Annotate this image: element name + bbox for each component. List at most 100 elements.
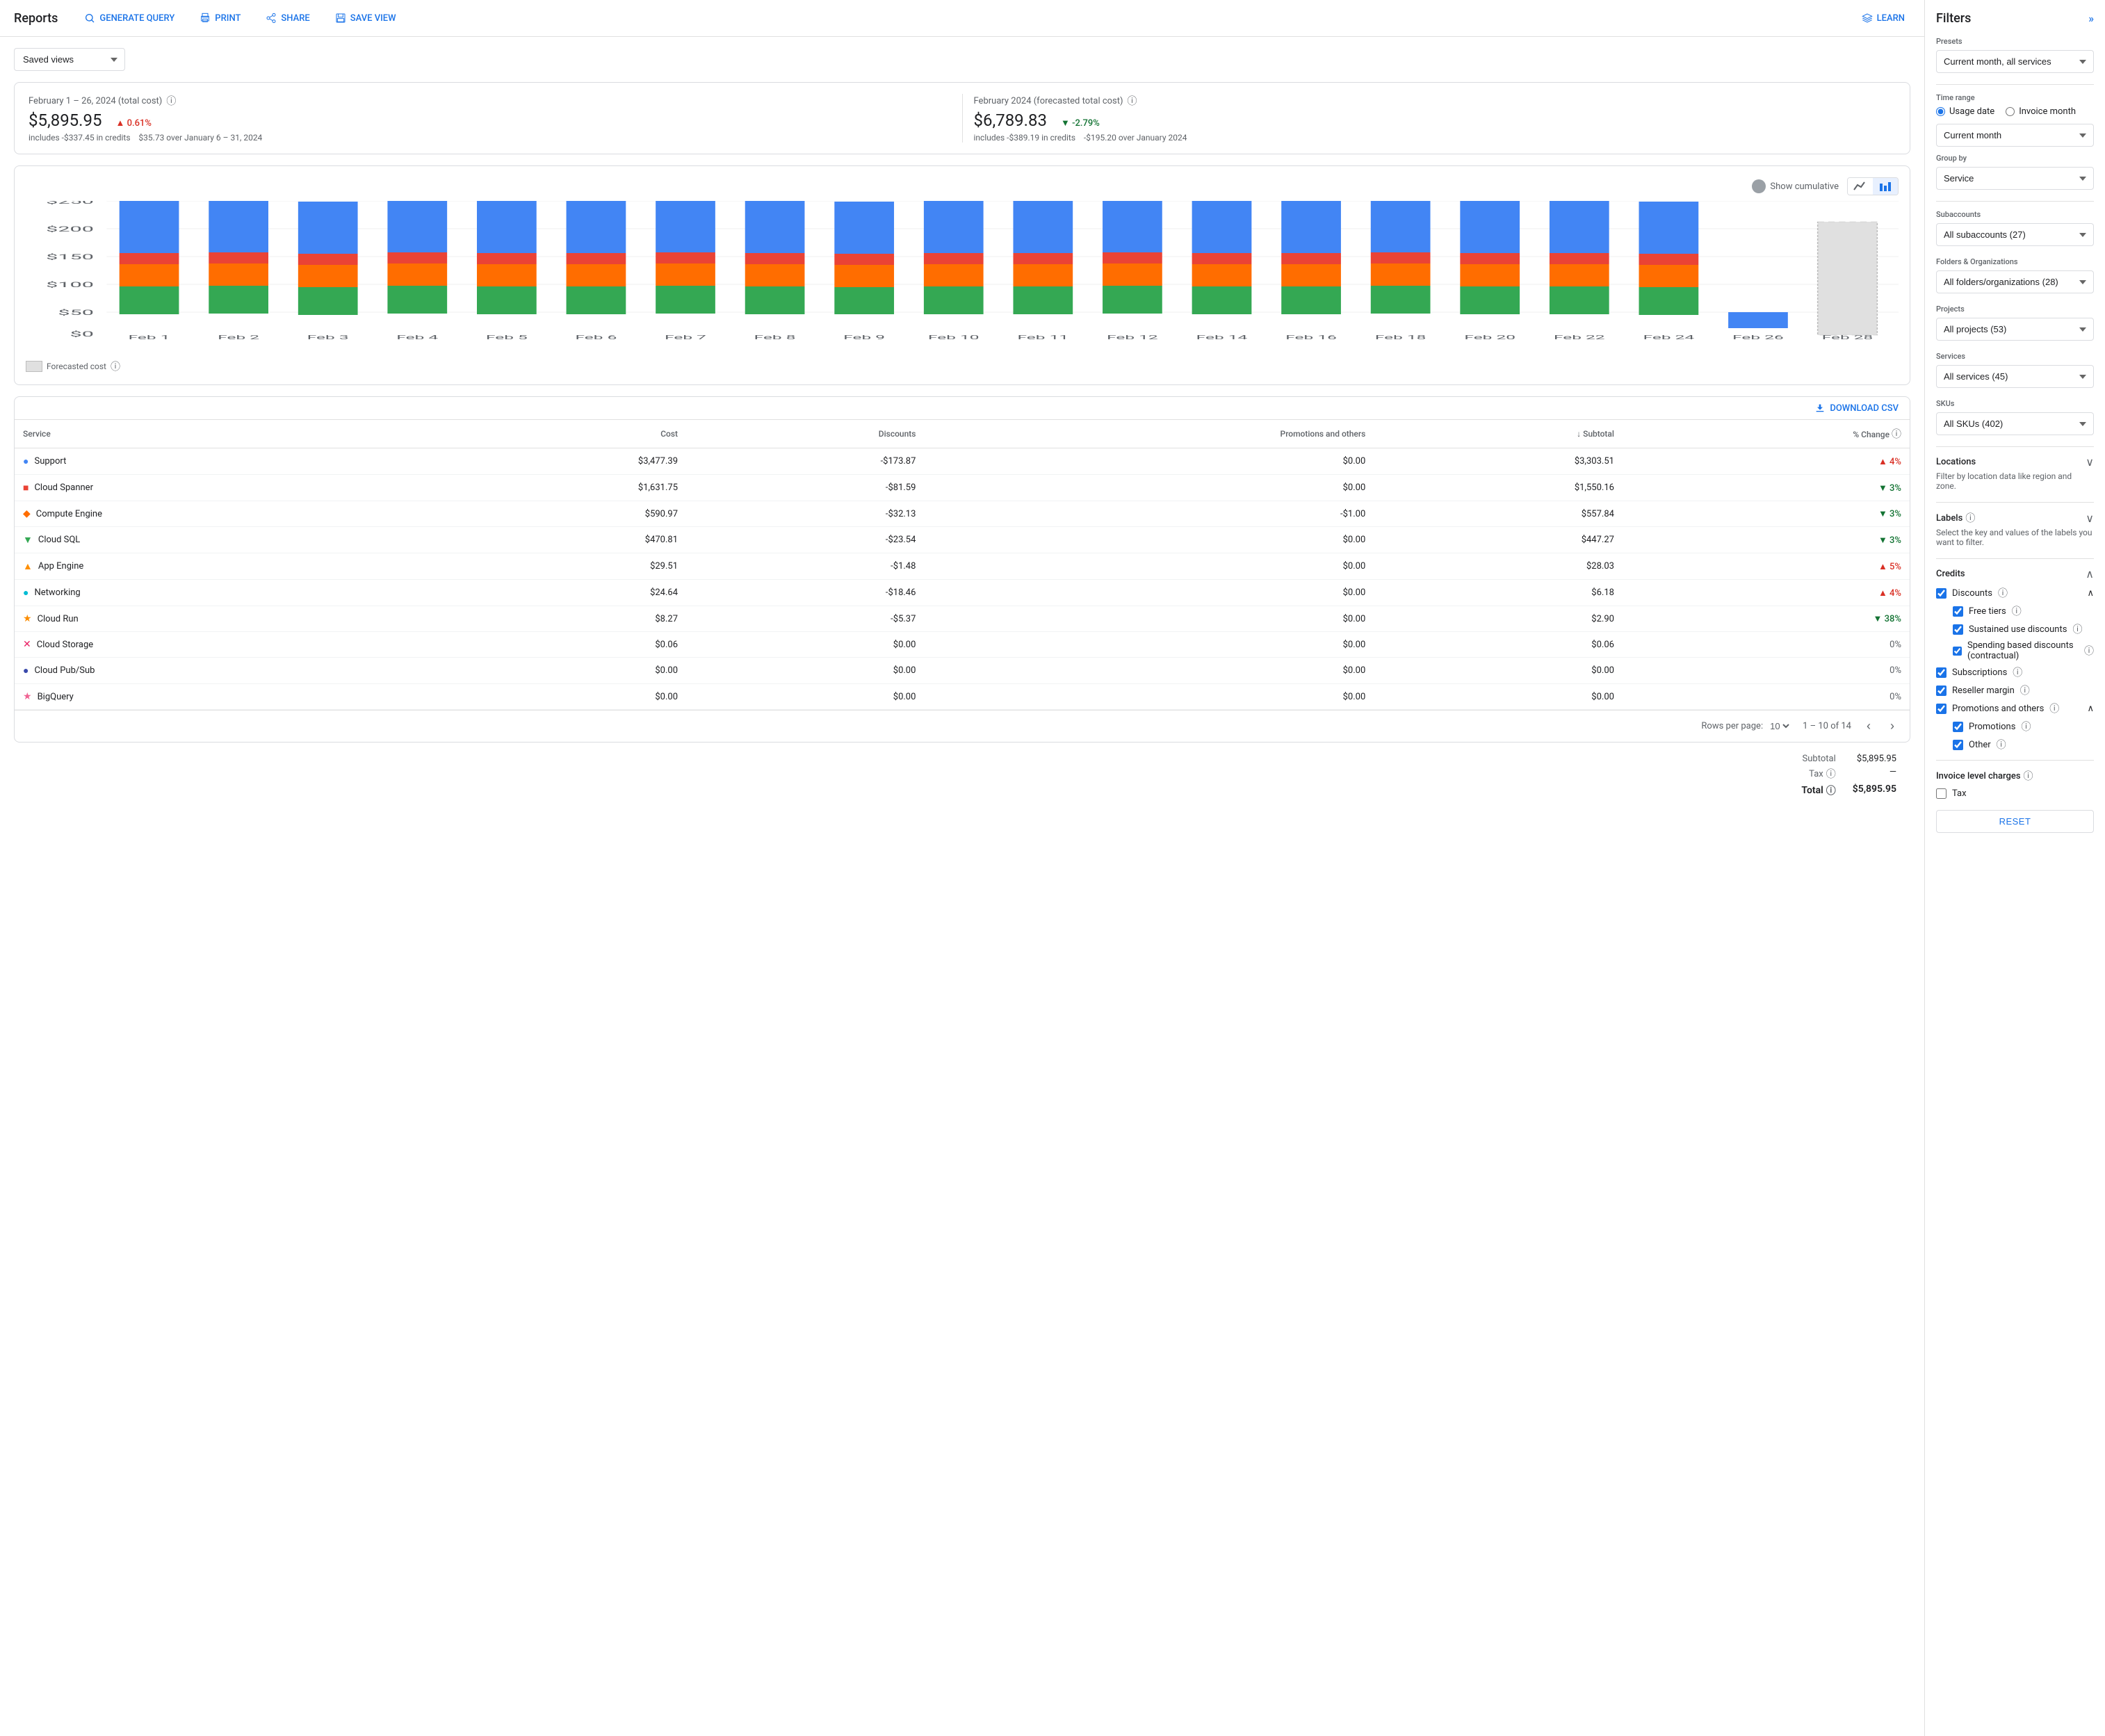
subscriptions-checkbox[interactable] xyxy=(1936,667,1946,678)
download-csv-button[interactable]: DOWNLOAD CSV xyxy=(1814,403,1899,414)
promotions-others-collapse-icon[interactable]: ∧ xyxy=(2087,704,2094,714)
service-name: ■ Cloud Spanner xyxy=(23,482,429,494)
print-button[interactable]: PRINT xyxy=(194,8,246,28)
service-name: ● Cloud Pub/Sub xyxy=(23,665,429,676)
labels-info-icon[interactable]: ⓘ xyxy=(1965,511,1975,525)
promotions-cell: $0.00 xyxy=(924,684,1374,710)
total-info-icon[interactable]: ⓘ xyxy=(1826,784,1836,797)
cost-cell: $1,631.75 xyxy=(437,475,686,501)
reseller-margin-info-icon[interactable]: ⓘ xyxy=(2020,683,2030,697)
svg-text:Feb 20: Feb 20 xyxy=(1464,334,1515,340)
cumulative-dot xyxy=(1752,179,1766,193)
skus-select[interactable]: All SKUs (402) xyxy=(1936,412,2094,435)
promotions-checkbox[interactable] xyxy=(1953,722,1963,732)
time-range-label: Time range xyxy=(1936,93,2094,102)
invoice-month-radio[interactable]: Invoice month xyxy=(2006,106,2076,117)
services-select[interactable]: All services (45) xyxy=(1936,365,2094,388)
forecast-cost-change: ▼ -2.79% xyxy=(1061,117,1100,129)
forecast-cost-amount: $6,789.83 xyxy=(974,111,1047,130)
free-tiers-checkbox[interactable] xyxy=(1953,606,1963,617)
forecast-cost-sub: includes -$389.19 in credits -$195.20 ov… xyxy=(974,133,1896,143)
table-row: ■ Cloud Spanner $1,631.75 -$81.59 $0.00 … xyxy=(15,475,1910,501)
pagination: Rows per page: 10 25 50 1 – 10 of 14 ‹ › xyxy=(15,710,1910,742)
svg-text:$50: $50 xyxy=(58,309,94,317)
promotions-cell: $0.00 xyxy=(924,606,1374,632)
table-row: ● Support $3,477.39 -$173.87 $0.00 $3,30… xyxy=(15,448,1910,475)
promotions-others-info-icon[interactable]: ⓘ xyxy=(2049,701,2059,715)
next-page-button[interactable]: › xyxy=(1886,717,1899,735)
prev-page-button[interactable]: ‹ xyxy=(1862,717,1875,735)
download-icon xyxy=(1814,403,1826,414)
discounts-info-icon[interactable]: ⓘ xyxy=(1998,586,2008,600)
service-label: Support xyxy=(34,456,66,467)
promotions-others-checkbox[interactable] xyxy=(1936,704,1946,714)
page-range: 1 – 10 of 14 xyxy=(1803,721,1851,731)
discounts-checkbox[interactable] xyxy=(1936,588,1946,599)
service-label: Cloud SQL xyxy=(38,535,80,545)
show-cumulative-toggle[interactable]: Show cumulative xyxy=(1752,179,1839,193)
free-tiers-info-icon[interactable]: ⓘ xyxy=(2012,604,2022,618)
presets-select[interactable]: Current month, all services xyxy=(1936,50,2094,73)
subscriptions-info-icon[interactable]: ⓘ xyxy=(2013,665,2022,679)
cost-cell: $0.00 xyxy=(437,684,686,710)
bar-chart-button[interactable] xyxy=(1873,178,1898,195)
reseller-margin-checkbox[interactable] xyxy=(1936,686,1946,696)
discounts-collapse-icon[interactable]: ∧ xyxy=(2087,588,2094,599)
table-row: ● Networking $24.64 -$18.46 $0.00 $6.18 … xyxy=(15,580,1910,606)
forecast-cost-card: February 2024 (forecasted total cost) ⓘ … xyxy=(962,94,1896,143)
promotions-info-icon[interactable]: ⓘ xyxy=(2021,720,2031,733)
locations-header[interactable]: Locations ∨ xyxy=(1936,455,2094,469)
folders-select[interactable]: All folders/organizations (28) xyxy=(1936,270,2094,293)
projects-section: Projects All projects (53) xyxy=(1936,305,2094,341)
saved-views-select[interactable]: Saved views xyxy=(14,48,125,71)
service-label: BigQuery xyxy=(38,692,74,702)
share-button[interactable]: SHARE xyxy=(260,8,315,28)
group-by-select[interactable]: Service xyxy=(1936,167,2094,190)
spending-based-checkbox[interactable] xyxy=(1953,646,1962,656)
services-section: Services All services (45) xyxy=(1936,352,2094,388)
usage-date-radio[interactable]: Usage date xyxy=(1936,106,1994,117)
forecast-cost-info-icon[interactable]: ⓘ xyxy=(1128,94,1137,108)
actual-cost-info-icon[interactable]: ⓘ xyxy=(166,94,176,108)
labels-header[interactable]: Labels ⓘ ∨ xyxy=(1936,511,2094,525)
sustained-use-checkbox[interactable] xyxy=(1953,624,1963,635)
discounts-cell: -$5.37 xyxy=(686,606,924,632)
header: Reports GENERATE QUERY PRINT SHARE SAVE … xyxy=(0,0,1924,37)
spending-based-checkbox-item: Spending based discounts (contractual) ⓘ xyxy=(1953,640,2094,661)
line-chart-button[interactable] xyxy=(1848,178,1873,195)
reset-button[interactable]: RESET xyxy=(1936,810,2094,833)
subaccounts-select[interactable]: All subaccounts (27) xyxy=(1936,223,2094,246)
promotions-others-subitems: Promotions ⓘ Other ⓘ xyxy=(1953,720,2094,752)
tax-checkbox[interactable] xyxy=(1936,788,1946,799)
forecast-box-icon xyxy=(26,361,42,372)
cost-table: Service Cost Discounts Promotions and ot… xyxy=(15,420,1910,710)
subtotal-cell: $28.03 xyxy=(1374,553,1623,580)
divider-4 xyxy=(1936,502,2094,503)
main-content: Saved views February 1 – 26, 2024 (total… xyxy=(0,37,1924,1736)
service-color-icon: ▲ xyxy=(23,560,33,572)
other-info-icon[interactable]: ⓘ xyxy=(1997,738,2006,752)
page-title: Reports xyxy=(14,11,58,26)
save-view-button[interactable]: SAVE VIEW xyxy=(330,8,402,28)
service-color-icon: ● xyxy=(23,455,29,467)
expand-filters-icon[interactable]: » xyxy=(2088,12,2094,25)
sustained-use-info-icon[interactable]: ⓘ xyxy=(2072,622,2082,636)
spending-based-info-icon[interactable]: ⓘ xyxy=(2084,644,2094,658)
change-col-info-icon[interactable]: ⓘ xyxy=(1892,429,1901,440)
service-label: Cloud Spanner xyxy=(34,482,93,493)
projects-select[interactable]: All projects (53) xyxy=(1936,318,2094,341)
svg-text:Feb 4: Feb 4 xyxy=(396,334,438,340)
credits-header[interactable]: Credits ∧ xyxy=(1936,567,2094,581)
other-checkbox[interactable] xyxy=(1953,740,1963,750)
services-label: Services xyxy=(1936,352,2094,361)
discounts-cell: -$173.87 xyxy=(686,448,924,475)
service-name: ★ BigQuery xyxy=(23,691,429,702)
invoice-charges-info-icon[interactable]: ⓘ xyxy=(2024,769,2033,783)
chart-container: Show cumulative xyxy=(14,165,1910,385)
generate-query-button[interactable]: GENERATE QUERY xyxy=(79,8,180,28)
tax-info-icon[interactable]: ⓘ xyxy=(1826,767,1836,781)
learn-button[interactable]: LEARN xyxy=(1856,8,1910,28)
rows-per-page-select[interactable]: 10 25 50 xyxy=(1767,720,1791,732)
forecasted-cost-info-icon[interactable]: ⓘ xyxy=(111,359,120,373)
current-month-select[interactable]: Current month xyxy=(1936,124,2094,147)
